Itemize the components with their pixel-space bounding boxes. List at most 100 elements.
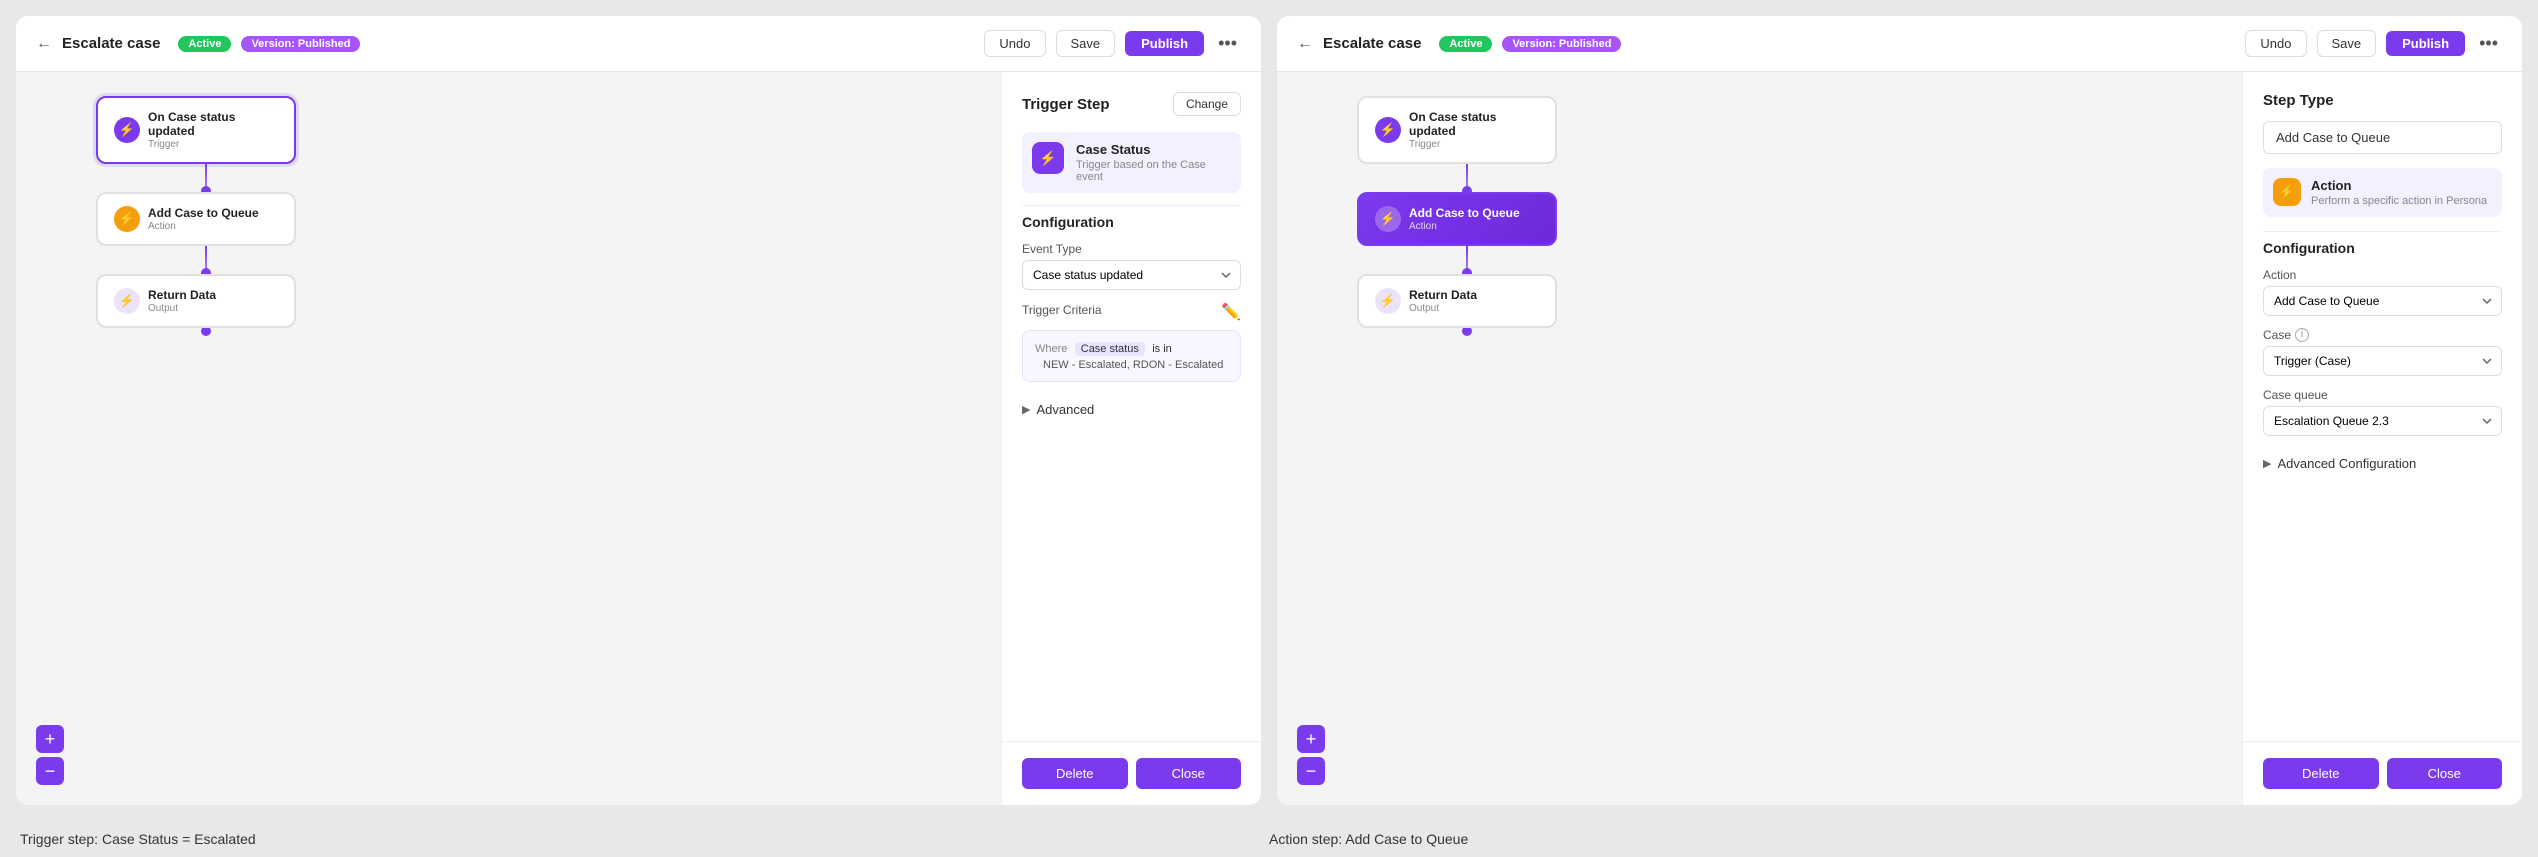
right-panel: ← Escalate case Active Version: Publishe… [1277,16,2522,805]
output-node-label: Output [148,303,216,314]
right-output-label: Output [1409,303,1477,314]
output-node-icon: ⚡ [114,288,140,314]
trigger-close-button[interactable]: Close [1136,758,1242,789]
right-trigger-node[interactable]: ⚡ On Case status updated Trigger [1357,96,1557,164]
advanced-config-row[interactable]: ▶ Advanced Configuration [2263,448,2502,479]
right-action-node[interactable]: ⚡ Add Case to Queue Action [1357,192,1557,246]
action-label: Action [2263,268,2502,282]
right-connector-2 [1466,246,1468,274]
right-dots-button[interactable]: ••• [2475,33,2502,54]
case-label: Case i [2263,328,2502,342]
right-panel-header: ← Escalate case Active Version: Publishe… [1277,16,2522,72]
zoom-out-button[interactable]: − [36,757,64,785]
trigger-type-icon: ⚡ [1032,142,1064,174]
left-undo-button[interactable]: Undo [984,30,1045,57]
caption-left: Trigger step: Case Status = Escalated [20,831,1269,847]
caption-right: Action step: Add Case to Queue [1269,831,2518,847]
trigger-panel-title: Trigger Step [1022,96,1110,113]
queue-select[interactable]: Escalation Queue 2.3 [2263,406,2502,436]
advanced-config-chevron: ▶ [2263,457,2271,470]
advanced-chevron: ▶ [1022,403,1030,416]
action-type-desc: Perform a specific action in Persona [2311,195,2487,207]
right-output-icon: ⚡ [1375,288,1401,314]
action-node[interactable]: ⚡ Add Case to Queue Action [96,192,296,246]
right-action-icon: ⚡ [1375,206,1401,232]
output-node-title: Return Data [148,288,216,302]
trigger-type-item[interactable]: ⚡ Case Status Trigger based on the Case … [1022,132,1241,193]
left-badge-active: Active [178,36,231,52]
case-info-icon: i [2295,328,2309,342]
output-node[interactable]: ⚡ Return Data Output [96,274,296,328]
action-node-icon: ⚡ [114,206,140,232]
right-trigger-title: On Case status updated [1409,110,1539,138]
action-type-icon: ⚡ [2273,178,2301,206]
trigger-node-label: Trigger [148,139,278,150]
action-close-button[interactable]: Close [2387,758,2503,789]
connector-2 [205,246,207,274]
event-type-label: Event Type [1022,242,1241,256]
right-action-title: Add Case to Queue [1409,206,1520,220]
left-panel: ← Escalate case Active Version: Publishe… [16,16,1261,805]
right-badge-published: Version: Published [1502,36,1621,52]
left-badge-published: Version: Published [241,36,360,52]
connector-1 [205,164,207,192]
trigger-node[interactable]: ⚡ On Case status updated Trigger [96,96,296,164]
right-output-node[interactable]: ⚡ Return Data Output [1357,274,1557,328]
left-canvas: ⚡ On Case status updated Trigger ⚡ [16,72,1001,805]
advanced-label: Advanced [1036,402,1094,417]
queue-label: Case queue [2263,388,2502,402]
right-zoom-out-button[interactable]: − [1297,757,1325,785]
right-undo-button[interactable]: Undo [2245,30,2306,57]
action-config-panel: Step Type Add Case to Queue ⚡ Action Per… [2242,72,2522,805]
right-save-button[interactable]: Save [2317,30,2377,57]
trigger-type-desc: Trigger based on the Case event [1076,159,1231,183]
action-type-item[interactable]: ⚡ Action Perform a specific action in Pe… [2263,168,2502,217]
action-panel-footer: Delete Close [2243,741,2522,805]
trigger-node-icon: ⚡ [114,117,140,143]
trigger-change-button[interactable]: Change [1173,92,1241,116]
criteria-box: Where Case status is in NEW - Escalated,… [1022,330,1241,382]
right-badge-active: Active [1439,36,1492,52]
criteria-value: NEW - Escalated, RDON - Escalated [1043,359,1228,371]
right-zoom-in-button[interactable]: + [1297,725,1325,753]
right-back-button[interactable]: ← [1297,35,1313,53]
action-delete-button[interactable]: Delete [2263,758,2379,789]
right-action-label: Action [1409,221,1520,232]
right-canvas: ⚡ On Case status updated Trigger ⚡ [1277,72,2242,805]
step-type-title: Step Type [2263,92,2502,109]
trigger-type-name: Case Status [1076,142,1231,157]
zoom-in-button[interactable]: + [36,725,64,753]
where-label: Where [1035,343,1067,355]
left-back-button[interactable]: ← [36,35,52,53]
trigger-delete-button[interactable]: Delete [1022,758,1128,789]
event-type-select[interactable]: Case status updated [1022,260,1241,290]
left-save-button[interactable]: Save [1056,30,1116,57]
left-dots-button[interactable]: ••• [1214,33,1241,54]
left-publish-button[interactable]: Publish [1125,31,1204,56]
action-config-title: Configuration [2263,240,2502,256]
edit-criteria-icon[interactable]: ✏️ [1221,302,1241,322]
trigger-criteria-label: Trigger Criteria [1022,303,1102,317]
trigger-panel-footer: Delete Close [1002,741,1261,805]
action-select[interactable]: Add Case to Queue [2263,286,2502,316]
action-node-title: Add Case to Queue [148,206,259,220]
right-connector-1 [1466,164,1468,192]
right-publish-button[interactable]: Publish [2386,31,2465,56]
case-select[interactable]: Trigger (Case) [2263,346,2502,376]
trigger-node-title: On Case status updated [148,110,278,138]
advanced-row[interactable]: ▶ Advanced [1022,394,1241,425]
action-type-name: Action [2311,178,2487,193]
step-type-value: Add Case to Queue [2263,121,2502,154]
trigger-side-panel: Trigger Step Change ⚡ Case Status Trigge… [1001,72,1261,805]
right-panel-title: Escalate case [1323,35,1421,52]
advanced-config-label: Advanced Configuration [2277,456,2416,471]
left-panel-title: Escalate case [62,35,160,52]
left-panel-header: ← Escalate case Active Version: Publishe… [16,16,1261,72]
criteria-operator: is in [1152,343,1172,355]
right-output-title: Return Data [1409,288,1477,302]
right-trigger-label: Trigger [1409,139,1539,150]
action-node-label: Action [148,221,259,232]
config-section-title: Configuration [1022,214,1241,230]
right-trigger-icon: ⚡ [1375,117,1401,143]
caption-bar: Trigger step: Case Status = Escalated Ac… [0,821,2538,857]
